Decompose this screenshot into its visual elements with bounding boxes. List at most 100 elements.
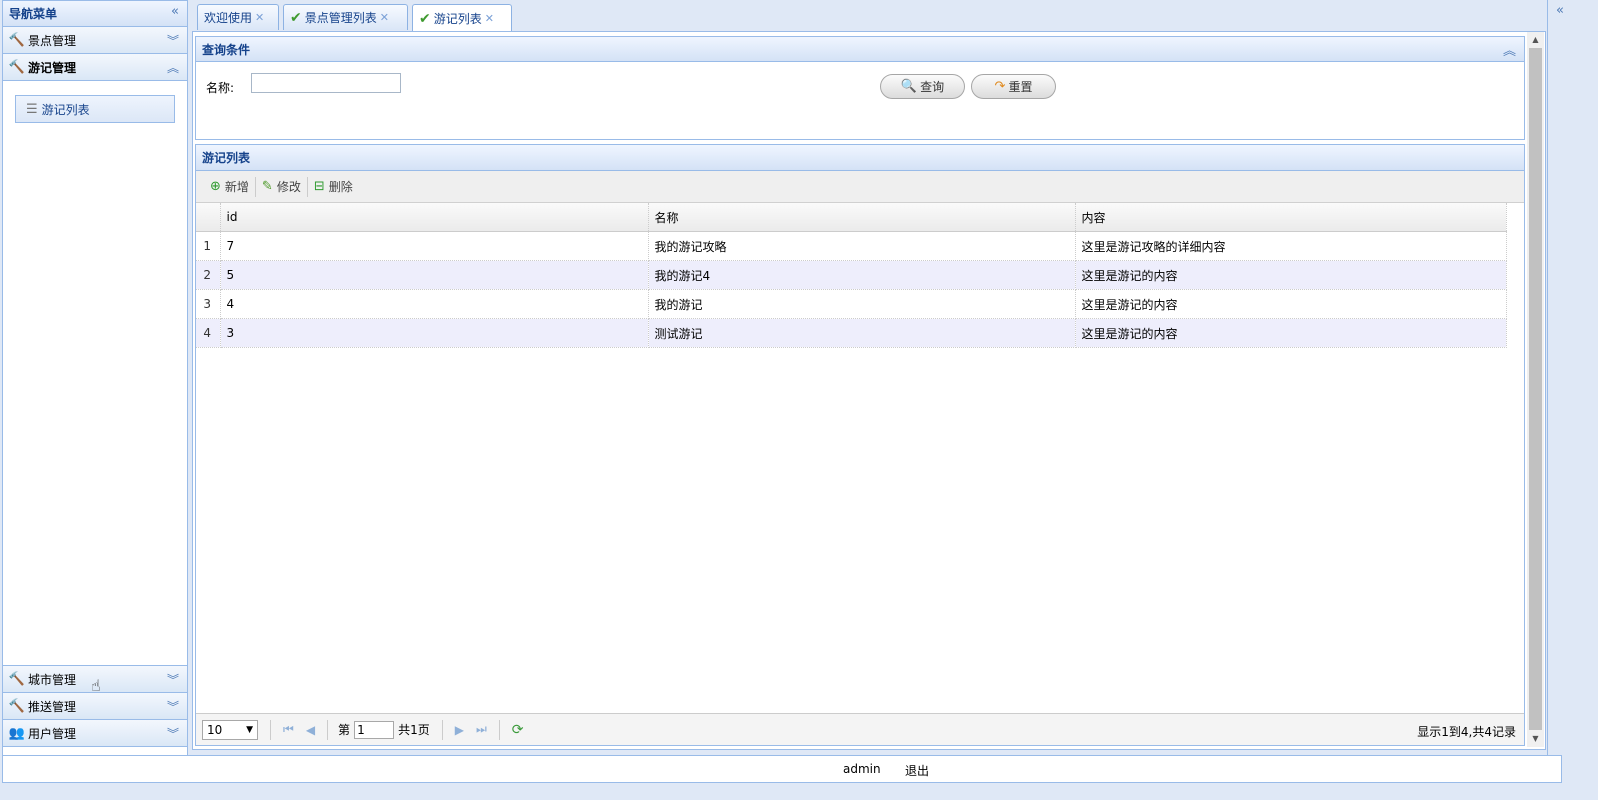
query-panel-header: 查询条件 ︽ [196,37,1524,62]
last-page-icon[interactable]: ⏭ [476,722,487,737]
hammer-icon: 🔨 [8,671,26,687]
pager-separator [441,719,443,740]
travelogue-grid: 游记列表 ⊕ 新增 ✎ 修改 ⊟ 删除 id 名称 内容 1 7 我的游记攻略 … [195,144,1525,746]
edit-button-label: 修改 [276,180,301,194]
dropdown-arrow-icon: ▼ [246,724,253,735]
logout-link[interactable]: 退出 [905,762,929,779]
name-input[interactable] [251,73,401,93]
table-row[interactable]: 4 3 测试游记 这里是游记的内容 [196,318,1507,348]
column-header-id[interactable]: id [220,203,649,232]
page-size-select[interactable]: 10 ▼ [202,719,258,740]
table-row[interactable]: 2 5 我的游记4 这里是游记的内容 [196,260,1507,290]
nav-section-push[interactable]: 🔨 推送管理 ︾ [3,693,187,720]
pager-separator [270,719,271,740]
tab-attraction-list[interactable]: ✔ 景点管理列表 ✕ [283,4,408,30]
row-number-header [196,203,221,232]
cell-content: 这里是游记攻略的详细内容 [1075,231,1507,261]
column-header-content[interactable]: 内容 [1075,203,1507,232]
scroll-down-icon[interactable]: ▼ [1527,731,1544,747]
scrollbar-thumb[interactable] [1529,48,1542,730]
status-bar: admin 退出 [2,755,1562,783]
data-table: id 名称 内容 1 7 我的游记攻略 这里是游记攻略的详细内容 2 5 我的游… [196,203,1507,348]
first-page-icon[interactable]: ⏮ [283,722,294,737]
hammer-icon: 🔨 [8,32,26,48]
page-total: 共1页 [398,723,430,737]
query-panel-title: 查询条件 [202,42,251,57]
page-number-input[interactable]: 1 [354,720,395,739]
page-prefix: 第 [338,723,351,737]
pager-separator [498,719,500,740]
nav-section-users[interactable]: 👥 用户管理 ︾ [3,720,187,747]
search-button[interactable]: 🔍 查询 [880,74,965,99]
reset-button-label: 重置 [1008,80,1033,94]
chevron-up-icon[interactable]: ︽ [167,59,179,76]
pagination-bar: 10 ▼ ⏮ ◀ 第 1 共1页 ▶ ⏭ ⟳ 显示1到4,共4记录 [196,713,1524,745]
reset-button[interactable]: ↷ 重置 [971,74,1056,99]
nav-section-label: 城市管理 [28,672,77,687]
navigation-title: 导航菜单 [9,7,58,21]
nav-section-label: 游记管理 [28,60,77,75]
cell-id: 5 [220,260,649,290]
cell-name: 我的游记 [648,289,1076,319]
scroll-up-icon[interactable]: ▲ [1527,32,1544,48]
right-collapsed-panel: « [1547,0,1568,763]
table-row[interactable]: 1 7 我的游记攻略 这里是游记攻略的详细内容 [196,231,1507,261]
name-label: 名称: [206,81,235,95]
list-icon: ☰ [26,101,38,117]
grid-title: 游记列表 [202,151,251,165]
add-button-label: 新增 [224,180,249,194]
chevron-down-icon[interactable]: ︾ [167,725,179,742]
chevron-down-icon[interactable]: ︾ [167,698,179,715]
pencil-icon: ✎ [261,179,273,194]
cell-id: 7 [220,231,649,261]
grid-header: 游记列表 [196,145,1524,171]
prev-page-icon[interactable]: ◀ [306,723,315,737]
tab-welcome[interactable]: 欢迎使用 ✕ [197,4,279,30]
hammer-icon: 🔨 [8,698,26,714]
nav-section-label: 推送管理 [28,699,77,714]
chevron-down-icon[interactable]: ︾ [167,32,179,49]
tab-label: 游记列表 [433,12,482,26]
remove-icon: ⊟ [313,179,325,194]
add-button[interactable]: ⊕ 新增 [204,178,255,195]
cell-content: 这里是游记的内容 [1075,318,1507,348]
nav-section-label: 用户管理 [28,726,77,741]
query-panel: 查询条件 ︽ 名称: 🔍 查询 ↷ 重置 [195,36,1525,140]
row-number: 1 [196,231,221,261]
tab-travelogue-list[interactable]: ✔ 游记列表 ✕ [412,4,512,32]
table-row[interactable]: 3 4 我的游记 这里是游记的内容 [196,289,1507,319]
collapse-nav-icon[interactable]: « [171,4,179,19]
chevron-down-icon[interactable]: ︾ [167,671,179,688]
collapse-panel-icon[interactable]: ︽ [1503,40,1516,59]
edit-button[interactable]: ✎ 修改 [256,178,307,195]
nav-section-travelogues[interactable]: 🔨 游记管理 ︽ [3,54,187,81]
grid-toolbar: ⊕ 新增 ✎ 修改 ⊟ 删除 [196,171,1524,203]
expand-panel-icon[interactable]: « [1556,3,1564,18]
page-size-value: 10 [207,722,223,737]
tab-label: 景点管理列表 [304,11,377,25]
column-header-name[interactable]: 名称 [648,203,1076,232]
refresh-icon[interactable]: ⟳ [512,722,524,738]
add-icon: ⊕ [210,179,221,194]
cell-content: 这里是游记的内容 [1075,289,1507,319]
cell-id: 3 [220,318,649,348]
current-user: admin [843,762,881,776]
reset-arrow-icon: ↷ [994,79,1006,94]
sidebar-item-travelogue-list[interactable]: ☰ 游记列表 [15,95,175,123]
row-number: 3 [196,289,221,319]
row-number: 2 [196,260,221,290]
pager-separator [327,719,329,740]
check-icon: ✔ [419,10,431,27]
row-number: 4 [196,318,221,348]
close-icon[interactable]: ✕ [255,11,264,24]
close-icon[interactable]: ✕ [485,12,494,25]
close-icon[interactable]: ✕ [380,11,389,24]
record-info: 显示1到4,共4记录 [1417,725,1516,739]
vertical-scrollbar[interactable]: ▲ ▼ [1527,32,1544,747]
delete-button[interactable]: ⊟ 删除 [308,178,359,195]
users-icon: 👥 [8,725,26,741]
next-page-icon[interactable]: ▶ [455,723,464,737]
cell-content: 这里是游记的内容 [1075,260,1507,290]
nav-section-attractions[interactable]: 🔨 景点管理 ︾ [3,27,187,54]
hand-cursor-icon: ☝ [91,676,101,695]
